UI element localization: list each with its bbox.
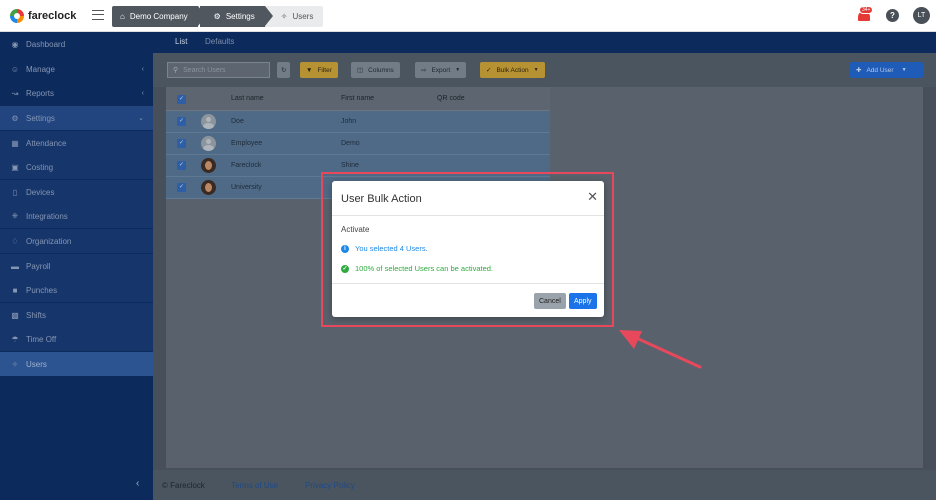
annotation-arrow-icon xyxy=(619,330,702,369)
